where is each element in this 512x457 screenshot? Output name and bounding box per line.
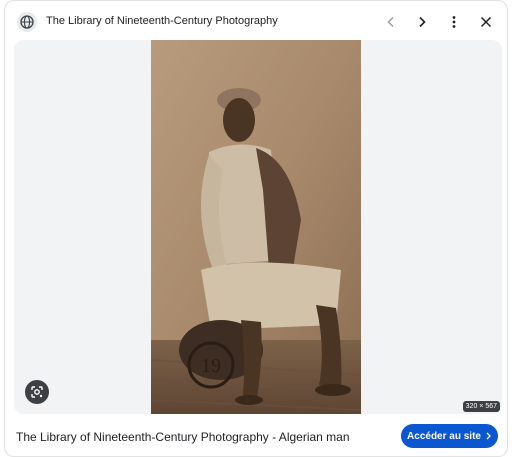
image-caption[interactable]: The Library of Nineteenth-Century Photog…: [16, 430, 350, 444]
chevron-right-icon: [486, 432, 491, 440]
previous-button[interactable]: [380, 11, 402, 33]
site-title[interactable]: The Library of Nineteenth-Century Photog…: [46, 15, 278, 27]
visit-site-label: Accéder au site: [407, 430, 481, 442]
image-dimensions-badge: 320 × 567: [462, 401, 500, 412]
lens-icon: [31, 386, 43, 398]
preview-photo[interactable]: 19: [151, 40, 361, 414]
globe-icon: [17, 12, 37, 32]
lens-search-button[interactable]: [25, 380, 49, 404]
preview-header: The Library of Nineteenth-Century Photog…: [5, 1, 507, 43]
image-viewer: 19 320 × 567: [14, 40, 502, 414]
visit-site-button[interactable]: Accéder au site: [401, 424, 498, 448]
more-options-button[interactable]: [443, 11, 465, 33]
close-button[interactable]: [475, 11, 497, 33]
close-icon: [480, 16, 492, 28]
more-vertical-icon: [452, 16, 456, 28]
chevron-right-icon: [419, 16, 426, 28]
next-button[interactable]: [411, 11, 433, 33]
watermark-text: 19: [201, 355, 221, 377]
image-preview-panel: The Library of Nineteenth-Century Photog…: [4, 0, 508, 457]
chevron-left-icon: [387, 16, 394, 28]
